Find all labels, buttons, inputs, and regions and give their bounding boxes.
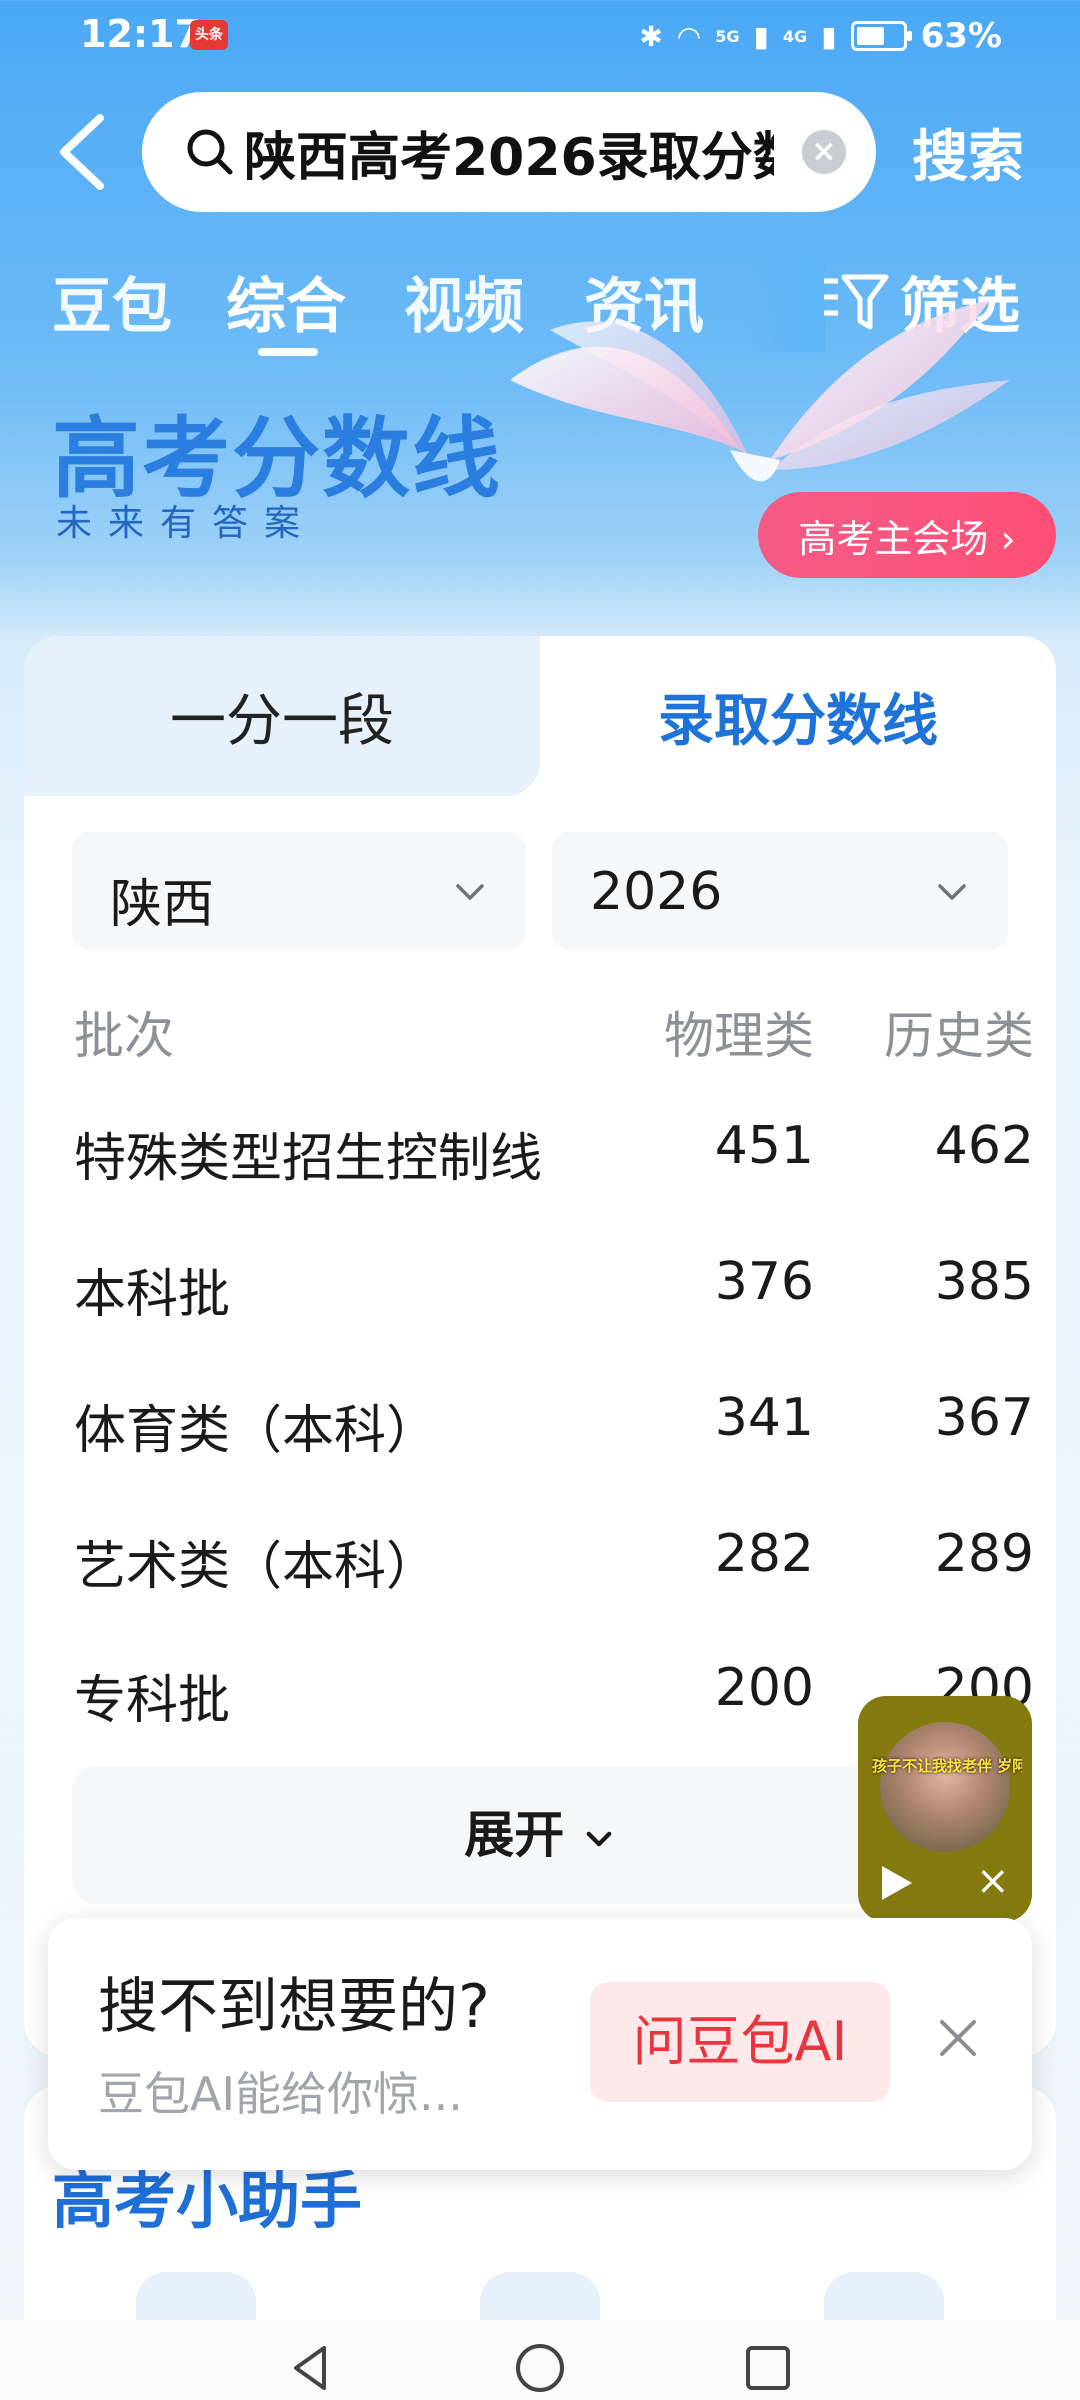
ask-doubao-ai-button[interactable]: 问豆包AI — [590, 1982, 890, 2102]
row-physics-score: 451 — [714, 1116, 814, 1176]
status-time: 12:17 — [80, 12, 201, 56]
row-physics-score: 376 — [714, 1252, 814, 1312]
battery-fill — [856, 27, 885, 45]
nav-home-icon[interactable] — [512, 2340, 568, 2396]
bluetooth-icon: ✱ — [639, 19, 663, 53]
row-batch: 体育类（本科） — [74, 1401, 439, 1461]
play-icon[interactable] — [882, 1866, 912, 1900]
expand-label: 展开 — [464, 1806, 565, 1864]
year-select-value: 2026 — [590, 862, 723, 922]
close-icon[interactable] — [928, 2008, 988, 2068]
column-header-batch: 批次 — [74, 1007, 174, 1065]
tab-doubao[interactable]: 豆包 — [52, 258, 172, 345]
row-batch: 本科批 — [74, 1265, 231, 1325]
battery-icon — [850, 21, 912, 51]
row-history-score: 385 — [934, 1252, 1034, 1312]
row-batch: 艺术类（本科） — [74, 1537, 439, 1597]
nav-recents-icon[interactable] — [740, 2340, 796, 2396]
chevron-down-icon — [456, 884, 484, 900]
back-button[interactable] — [48, 112, 118, 192]
nav-back-icon[interactable] — [284, 2340, 340, 2396]
row-history-score: 367 — [934, 1388, 1034, 1448]
province-select[interactable]: 陕西 — [72, 832, 526, 950]
year-select[interactable]: 2026 — [552, 832, 1008, 950]
battery-percent: 63% — [920, 16, 1002, 56]
popup-subtitle: 豆包AI能给你惊... — [98, 2067, 463, 2121]
signal-5g-icon: 5G — [715, 26, 740, 46]
segment-tab-score-distribution[interactable]: 一分一段 — [24, 676, 540, 757]
search-input[interactable]: 陕西高考2026录取分数线 × — [142, 92, 876, 212]
search-button[interactable]: 搜索 — [912, 112, 1024, 193]
clear-search-button[interactable]: × — [802, 130, 846, 174]
banner-subtitle: 未来有答案 — [56, 503, 317, 544]
row-history-score: 462 — [934, 1116, 1034, 1176]
status-bar: 12:17 头条 ✱ ◠ 5G ▮ 4G ▮ 63% — [0, 0, 1080, 80]
active-tab-indicator — [258, 348, 318, 356]
signal-4g-icon: 4G — [782, 26, 808, 46]
row-batch: 专科批 — [74, 1671, 231, 1731]
toutiao-badge-icon: 头条 — [190, 20, 228, 50]
search-icon — [187, 129, 233, 175]
table-row: 特殊类型招生控制线 451 462 — [24, 1100, 1056, 1200]
main-venue-button[interactable]: 高考主会场 › — [758, 492, 1056, 578]
chevron-down-icon — [586, 1831, 612, 1846]
wifi-icon: ◠ — [676, 19, 702, 53]
row-physics-score: 341 — [714, 1388, 814, 1448]
ask-ai-popup: 搜不到想要的? 豆包AI能给你惊... 问豆包AI — [48, 1918, 1032, 2170]
status-indicators: ✱ ◠ 5G ▮ 4G ▮ 63% — [639, 14, 1002, 58]
signal-bars-icon-2: ▮ — [821, 19, 837, 53]
chevron-left-icon — [60, 114, 104, 190]
column-header-physics: 物理类 — [664, 1007, 814, 1065]
signal-bars-icon: ▮ — [753, 19, 769, 53]
column-header-history: 历史类 — [884, 1007, 1034, 1065]
segment-tab-admission-line[interactable]: 录取分数线 — [540, 676, 1056, 757]
table-row: 体育类（本科） 341 367 — [24, 1372, 1056, 1472]
search-query-text: 陕西高考2026录取分数线 — [244, 127, 774, 188]
popup-title: 搜不到想要的? — [98, 1972, 490, 2042]
table-row: 本科批 376 385 — [24, 1236, 1056, 1336]
floating-video-player[interactable]: 孩子不让我找老伴 岁阿姨解局房技术 解开母女30年 × — [858, 1696, 1032, 1922]
close-icon[interactable]: × — [976, 1858, 1010, 1904]
row-batch: 特殊类型招生控制线 — [74, 1129, 543, 1189]
row-history-score: 289 — [934, 1524, 1034, 1584]
video-caption: 孩子不让我找老伴 岁阿姨解局房技术 解开母女30年 — [872, 1757, 1022, 1775]
row-physics-score: 282 — [714, 1524, 814, 1584]
row-physics-score: 200 — [714, 1658, 814, 1718]
chevron-down-icon — [938, 884, 966, 900]
province-select-value: 陕西 — [110, 875, 215, 935]
tab-comprehensive[interactable]: 综合 — [226, 258, 346, 345]
system-nav-bar — [0, 2320, 1080, 2400]
video-thumbnail — [880, 1722, 1010, 1852]
table-row: 艺术类（本科） 282 289 — [24, 1508, 1056, 1608]
